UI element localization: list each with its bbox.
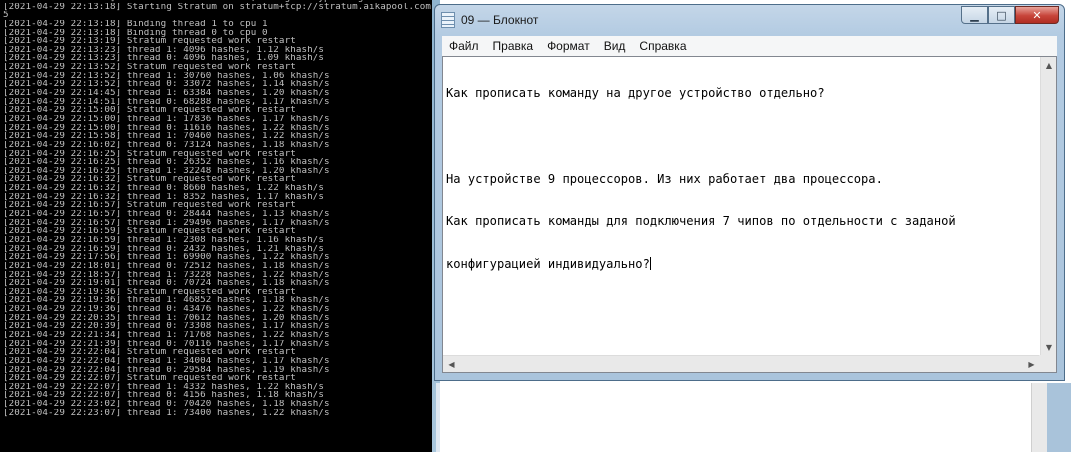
menu-edit[interactable]: Правка (486, 39, 541, 53)
text-line: Как прописать команды для подключения 7 … (446, 214, 956, 229)
console-line: [2021-04-29 22:16:57] thread 0: 28444 ha… (3, 210, 330, 219)
console-line: [2021-04-29 22:20:35] thread 1: 70612 ha… (3, 313, 330, 323)
console-line: [2021-04-29 22:19:36] thread 0: 43476 ha… (3, 305, 330, 314)
console-line: [2021-04-29 22:13:23] thread 1: 4096 has… (3, 45, 324, 55)
console-line: [2021-04-29 22:16:57] thread 1: 29496 ha… (3, 218, 330, 228)
console-line: [2021-04-29 22:23:07] thread 1: 73400 ha… (3, 408, 330, 418)
menu-view[interactable]: Вид (597, 39, 633, 53)
console-line: [2021-04-29 22:14:45] thread 1: 63384 ha… (3, 89, 330, 98)
menu-help[interactable]: Справка (632, 39, 693, 53)
scroll-left-icon[interactable]: ◀ (443, 356, 460, 372)
text-line-last: конфигурацией индивидуально? (446, 256, 956, 271)
menu-format[interactable]: Формат (540, 39, 597, 53)
text-line: Как прописать команду на другое устройст… (446, 86, 825, 101)
console-line: [2021-04-29 22:16:02] thread 0: 73124 ha… (3, 140, 330, 150)
title-bar[interactable]: 09 — Блокнот (441, 10, 538, 30)
console-line: [2021-04-29 22:22:07] thread 0: 4156 has… (3, 391, 324, 401)
console-line: [2021-04-29 22:16:59] Stratum requested … (3, 227, 296, 236)
console-line: [2021-04-29 22:19:01] thread 0: 70724 ha… (3, 279, 330, 288)
text-caret (649, 256, 651, 270)
notepad-app-icon[interactable] (441, 12, 455, 28)
console-line: [2021-04-29 22:19:36] thread 1: 46852 ha… (3, 296, 330, 306)
console-line: [2021-04-29 22:17:56] thread 1: 69900 ha… (3, 253, 330, 262)
maximize-icon: □ (996, 8, 1007, 22)
console-line: [2021-04-29 22:13:19] Stratum requested … (3, 37, 296, 46)
console-line: [2021-04-29 22:16:32] thread 0: 8660 has… (3, 184, 324, 193)
console-line: [2021-04-29 22:22:04] Stratum requested … (3, 348, 296, 357)
window-title: 09 — Блокнот (461, 13, 539, 27)
console-line: [2021-04-29 22:15:58] thread 1: 70460 ha… (3, 132, 330, 141)
console-line: [2021-04-29 22:19:36] Stratum requested … (3, 287, 296, 297)
close-icon: ✕ (1032, 8, 1042, 22)
console-line: [2021-04-29 22:13:52] thread 0: 33072 ha… (3, 80, 330, 90)
background-window-scrollbar[interactable] (1031, 383, 1048, 452)
console-line: [2021-04-29 22:22:07] Stratum requested … (3, 374, 296, 383)
console-window: 2021-04-29 22:13:18] 2 miner threads sta… (0, 0, 432, 452)
console-line: [2021-04-29 22:23:02] thread 0: 70420 ha… (3, 400, 330, 409)
console-line: [2021-04-29 22:20:39] thread 0: 73308 ha… (3, 322, 330, 331)
console-line: [2021-04-29 22:16:59] thread 0: 2432 has… (3, 244, 324, 254)
console-line: [2021-04-29 22:13:18] Binding thread 0 t… (3, 28, 268, 38)
document-text[interactable]: Как прописать команду на другое устройст… (446, 58, 956, 299)
console-line: [2021-04-29 22:16:25] Stratum requested … (3, 149, 296, 159)
scroll-right-icon[interactable]: ▶ (1023, 356, 1040, 372)
console-line: 5 (3, 11, 9, 20)
text-line: конфигурацией индивидуально? (446, 256, 650, 271)
console-line: [2021-04-29 22:22:04] thread 1: 34004 ha… (3, 356, 330, 366)
console-line: [2021-04-29 22:16:32] Stratum requested … (3, 175, 296, 185)
console-line: [2021-04-29 22:22:04] thread 0: 29584 ha… (3, 365, 330, 375)
minimize-button[interactable]: ▁ (961, 6, 988, 24)
window-controls: ▁ □ ✕ (961, 6, 1059, 24)
console-line: [2021-04-29 22:21:39] thread 0: 70116 ha… (3, 339, 330, 349)
text-line (446, 129, 956, 143)
maximize-button[interactable]: □ (988, 6, 1015, 24)
console-line: [2021-04-29 22:15:00] Stratum requested … (3, 106, 296, 115)
console-line: [2021-04-29 22:16:59] thread 1: 2308 has… (3, 235, 324, 245)
console-line: [2021-04-29 22:13:23] thread 0: 4096 has… (3, 54, 324, 64)
close-button[interactable]: ✕ (1015, 6, 1059, 24)
background-window-border (1047, 383, 1071, 452)
console-line: [2021-04-29 22:13:52] Stratum requested … (3, 63, 296, 72)
text-editor[interactable]: Как прописать команду на другое устройст… (442, 56, 1057, 373)
menu-bar: Файл Правка Формат Вид Справка (442, 36, 1057, 56)
text-line: На устройстве 9 процессоров. Из них рабо… (446, 171, 883, 186)
scroll-down-icon[interactable]: ▼ (1041, 339, 1057, 356)
resize-grip[interactable] (1039, 355, 1056, 372)
console-line: [2021-04-29 22:13:18] Starting Stratum o… (3, 2, 431, 12)
notepad-window: 09 — Блокнот ▁ □ ✕ Файл Правка Формат Ви… (434, 4, 1065, 381)
horizontal-scrollbar[interactable]: ◀ ▶ (443, 355, 1040, 372)
console-line: [2021-04-29 22:15:00] thread 0: 11616 ha… (3, 123, 330, 133)
console-line: [2021-04-29 22:18:57] thread 1: 73228 ha… (3, 270, 330, 280)
console-line: [2021-04-29 22:16:25] thread 1: 32248 ha… (3, 166, 330, 176)
console-line: [2021-04-29 22:22:07] thread 1: 4332 has… (3, 382, 324, 392)
scroll-up-icon[interactable]: ▲ (1041, 57, 1057, 74)
menu-file[interactable]: Файл (442, 39, 486, 53)
vertical-scrollbar[interactable]: ▲ ▼ (1040, 57, 1056, 356)
console-line: [2021-04-29 22:21:34] thread 1: 71768 ha… (3, 330, 330, 340)
console-line: [2021-04-29 22:18:01] thread 0: 72512 ha… (3, 261, 330, 271)
console-line: [2021-04-29 22:16:57] Stratum requested … (3, 201, 296, 211)
minimize-icon: ▁ (970, 8, 979, 22)
console-line: [2021-04-29 22:15:00] thread 1: 17836 ha… (3, 114, 330, 124)
console-line: [2021-04-29 22:13:52] thread 1: 30760 ha… (3, 71, 330, 81)
console-line: [2021-04-29 22:14:51] thread 0: 68288 ha… (3, 97, 330, 107)
console-line: [2021-04-29 22:16:32] thread 1: 8352 has… (3, 192, 324, 202)
console-output: 2021-04-29 22:13:18] 2 miner threads sta… (3, 0, 431, 417)
background-window-content (440, 383, 1031, 452)
console-line: [2021-04-29 22:16:25] thread 0: 26352 ha… (3, 158, 330, 167)
console-line: [2021-04-29 22:13:18] Binding thread 1 t… (3, 19, 268, 29)
